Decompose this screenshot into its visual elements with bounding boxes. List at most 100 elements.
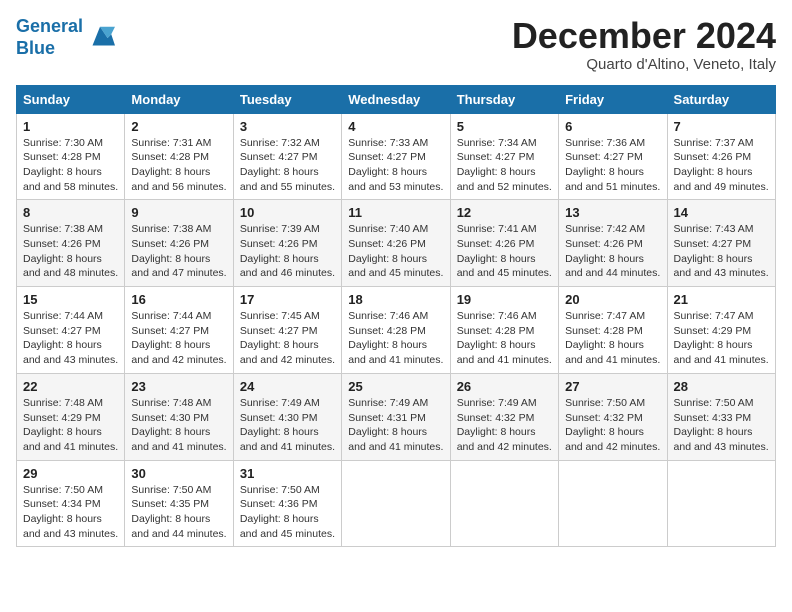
title-block: December 2024 Quarto d'Altino, Veneto, I… <box>512 16 776 73</box>
table-row: 29 Sunrise: 7:50 AMSunset: 4:34 PMDaylig… <box>17 460 125 547</box>
table-row: 14 Sunrise: 7:43 AMSunset: 4:27 PMDaylig… <box>667 200 775 287</box>
day-number: 8 <box>23 205 118 220</box>
day-info: Sunrise: 7:48 AMSunset: 4:30 PMDaylight:… <box>131 396 226 455</box>
day-info: Sunrise: 7:49 AMSunset: 4:32 PMDaylight:… <box>457 396 552 455</box>
table-row: 16 Sunrise: 7:44 AMSunset: 4:27 PMDaylig… <box>125 287 233 374</box>
day-info: Sunrise: 7:38 AMSunset: 4:26 PMDaylight:… <box>131 222 226 281</box>
day-info: Sunrise: 7:43 AMSunset: 4:27 PMDaylight:… <box>674 222 769 281</box>
day-info: Sunrise: 7:48 AMSunset: 4:29 PMDaylight:… <box>23 396 118 455</box>
table-row: 5 Sunrise: 7:34 AMSunset: 4:27 PMDayligh… <box>450 113 558 200</box>
table-row: 24 Sunrise: 7:49 AMSunset: 4:30 PMDaylig… <box>233 373 341 460</box>
day-number: 19 <box>457 292 552 307</box>
day-number: 3 <box>240 119 335 134</box>
day-number: 30 <box>131 466 226 481</box>
table-row: 10 Sunrise: 7:39 AMSunset: 4:26 PMDaylig… <box>233 200 341 287</box>
table-row: 6 Sunrise: 7:36 AMSunset: 4:27 PMDayligh… <box>559 113 667 200</box>
day-info: Sunrise: 7:50 AMSunset: 4:36 PMDaylight:… <box>240 483 335 542</box>
day-info: Sunrise: 7:49 AMSunset: 4:30 PMDaylight:… <box>240 396 335 455</box>
table-row <box>450 460 558 547</box>
calendar-week-row: 1 Sunrise: 7:30 AMSunset: 4:28 PMDayligh… <box>17 113 776 200</box>
col-sunday: Sunday <box>17 85 125 113</box>
table-row: 3 Sunrise: 7:32 AMSunset: 4:27 PMDayligh… <box>233 113 341 200</box>
day-number: 26 <box>457 379 552 394</box>
table-row: 1 Sunrise: 7:30 AMSunset: 4:28 PMDayligh… <box>17 113 125 200</box>
table-row: 4 Sunrise: 7:33 AMSunset: 4:27 PMDayligh… <box>342 113 450 200</box>
day-info: Sunrise: 7:38 AMSunset: 4:26 PMDaylight:… <box>23 222 118 281</box>
day-info: Sunrise: 7:47 AMSunset: 4:29 PMDaylight:… <box>674 309 769 368</box>
day-info: Sunrise: 7:40 AMSunset: 4:26 PMDaylight:… <box>348 222 443 281</box>
day-info: Sunrise: 7:44 AMSunset: 4:27 PMDaylight:… <box>23 309 118 368</box>
day-info: Sunrise: 7:37 AMSunset: 4:26 PMDaylight:… <box>674 136 769 195</box>
col-friday: Friday <box>559 85 667 113</box>
day-number: 21 <box>674 292 769 307</box>
calendar-table: Sunday Monday Tuesday Wednesday Thursday… <box>16 85 776 548</box>
day-number: 18 <box>348 292 443 307</box>
day-number: 15 <box>23 292 118 307</box>
day-number: 13 <box>565 205 660 220</box>
day-number: 7 <box>674 119 769 134</box>
day-info: Sunrise: 7:49 AMSunset: 4:31 PMDaylight:… <box>348 396 443 455</box>
table-row: 28 Sunrise: 7:50 AMSunset: 4:33 PMDaylig… <box>667 373 775 460</box>
table-row: 2 Sunrise: 7:31 AMSunset: 4:28 PMDayligh… <box>125 113 233 200</box>
col-monday: Monday <box>125 85 233 113</box>
table-row: 30 Sunrise: 7:50 AMSunset: 4:35 PMDaylig… <box>125 460 233 547</box>
day-info: Sunrise: 7:50 AMSunset: 4:34 PMDaylight:… <box>23 483 118 542</box>
page-header: General Blue December 2024 Quarto d'Alti… <box>16 16 776 73</box>
day-number: 2 <box>131 119 226 134</box>
day-info: Sunrise: 7:41 AMSunset: 4:26 PMDaylight:… <box>457 222 552 281</box>
day-number: 20 <box>565 292 660 307</box>
day-info: Sunrise: 7:47 AMSunset: 4:28 PMDaylight:… <box>565 309 660 368</box>
logo: General Blue <box>16 16 115 59</box>
table-row: 25 Sunrise: 7:49 AMSunset: 4:31 PMDaylig… <box>342 373 450 460</box>
table-row: 26 Sunrise: 7:49 AMSunset: 4:32 PMDaylig… <box>450 373 558 460</box>
col-wednesday: Wednesday <box>342 85 450 113</box>
day-info: Sunrise: 7:33 AMSunset: 4:27 PMDaylight:… <box>348 136 443 195</box>
table-row: 13 Sunrise: 7:42 AMSunset: 4:26 PMDaylig… <box>559 200 667 287</box>
table-row: 7 Sunrise: 7:37 AMSunset: 4:26 PMDayligh… <box>667 113 775 200</box>
day-info: Sunrise: 7:46 AMSunset: 4:28 PMDaylight:… <box>457 309 552 368</box>
table-row: 12 Sunrise: 7:41 AMSunset: 4:26 PMDaylig… <box>450 200 558 287</box>
logo-blue: Blue <box>16 38 55 58</box>
day-number: 17 <box>240 292 335 307</box>
day-info: Sunrise: 7:32 AMSunset: 4:27 PMDaylight:… <box>240 136 335 195</box>
day-number: 23 <box>131 379 226 394</box>
day-number: 31 <box>240 466 335 481</box>
day-info: Sunrise: 7:50 AMSunset: 4:33 PMDaylight:… <box>674 396 769 455</box>
day-number: 29 <box>23 466 118 481</box>
day-info: Sunrise: 7:50 AMSunset: 4:35 PMDaylight:… <box>131 483 226 542</box>
day-info: Sunrise: 7:39 AMSunset: 4:26 PMDaylight:… <box>240 222 335 281</box>
calendar-week-row: 8 Sunrise: 7:38 AMSunset: 4:26 PMDayligh… <box>17 200 776 287</box>
table-row: 27 Sunrise: 7:50 AMSunset: 4:32 PMDaylig… <box>559 373 667 460</box>
table-row <box>559 460 667 547</box>
day-number: 6 <box>565 119 660 134</box>
day-number: 22 <box>23 379 118 394</box>
month-title: December 2024 <box>512 16 776 56</box>
day-info: Sunrise: 7:36 AMSunset: 4:27 PMDaylight:… <box>565 136 660 195</box>
table-row: 19 Sunrise: 7:46 AMSunset: 4:28 PMDaylig… <box>450 287 558 374</box>
table-row: 15 Sunrise: 7:44 AMSunset: 4:27 PMDaylig… <box>17 287 125 374</box>
day-number: 16 <box>131 292 226 307</box>
calendar-header-row: Sunday Monday Tuesday Wednesday Thursday… <box>17 85 776 113</box>
day-number: 1 <box>23 119 118 134</box>
logo-general: General <box>16 16 83 36</box>
day-info: Sunrise: 7:31 AMSunset: 4:28 PMDaylight:… <box>131 136 226 195</box>
table-row <box>342 460 450 547</box>
day-number: 25 <box>348 379 443 394</box>
day-number: 28 <box>674 379 769 394</box>
calendar-week-row: 22 Sunrise: 7:48 AMSunset: 4:29 PMDaylig… <box>17 373 776 460</box>
day-info: Sunrise: 7:42 AMSunset: 4:26 PMDaylight:… <box>565 222 660 281</box>
col-thursday: Thursday <box>450 85 558 113</box>
day-number: 10 <box>240 205 335 220</box>
col-tuesday: Tuesday <box>233 85 341 113</box>
day-info: Sunrise: 7:34 AMSunset: 4:27 PMDaylight:… <box>457 136 552 195</box>
table-row: 17 Sunrise: 7:45 AMSunset: 4:27 PMDaylig… <box>233 287 341 374</box>
day-info: Sunrise: 7:46 AMSunset: 4:28 PMDaylight:… <box>348 309 443 368</box>
table-row: 22 Sunrise: 7:48 AMSunset: 4:29 PMDaylig… <box>17 373 125 460</box>
table-row: 11 Sunrise: 7:40 AMSunset: 4:26 PMDaylig… <box>342 200 450 287</box>
table-row <box>667 460 775 547</box>
calendar-week-row: 29 Sunrise: 7:50 AMSunset: 4:34 PMDaylig… <box>17 460 776 547</box>
day-number: 5 <box>457 119 552 134</box>
col-saturday: Saturday <box>667 85 775 113</box>
location-title: Quarto d'Altino, Veneto, Italy <box>512 56 776 73</box>
table-row: 21 Sunrise: 7:47 AMSunset: 4:29 PMDaylig… <box>667 287 775 374</box>
